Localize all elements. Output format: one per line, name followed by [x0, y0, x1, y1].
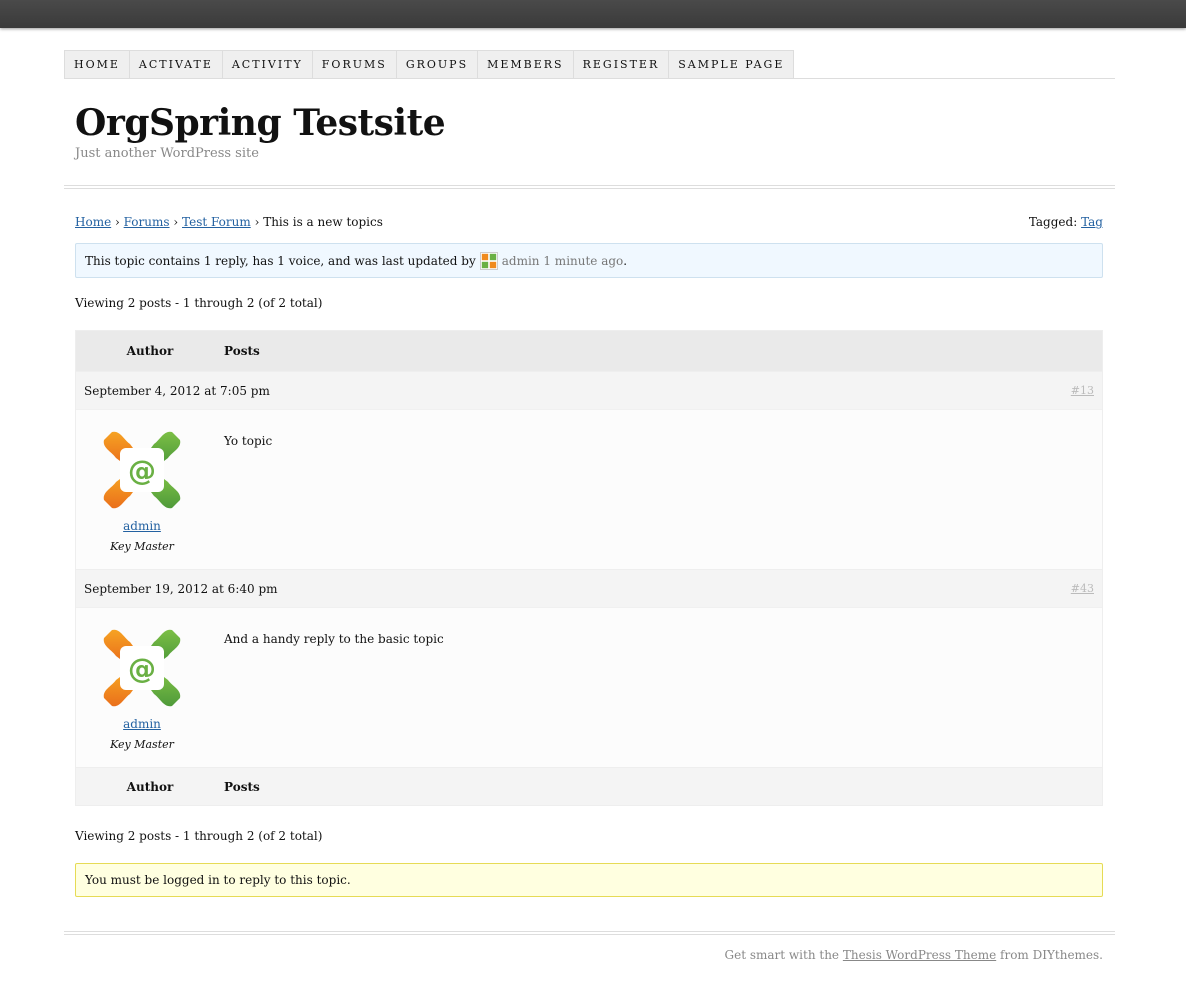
footer-author: Author — [126, 779, 174, 794]
pagination-count-bottom: Viewing 2 posts - 1 through 2 (of 2 tota… — [75, 829, 323, 843]
admin-mini-avatar-icon[interactable] — [479, 251, 498, 270]
post-author-link[interactable]: admin — [123, 519, 161, 533]
post-body: @ admin Key Master Yo topic — [76, 409, 1102, 569]
breadcrumb-test-forum[interactable]: Test Forum — [182, 215, 251, 229]
last-updated-user[interactable]: admin — [502, 254, 540, 268]
breadcrumb-separator: › — [254, 215, 260, 229]
breadcrumb-current: This is a new topics — [263, 215, 383, 229]
breadcrumb-separator: › — [115, 215, 120, 229]
post-header: September 19, 2012 at 6:40 pm #43 — [76, 569, 1102, 607]
svg-text:@: @ — [128, 652, 156, 685]
login-notice: You must be logged in to reply to this t… — [75, 863, 1103, 897]
topic-info-text: This topic contains 1 reply, has 1 voice… — [85, 253, 476, 268]
breadcrumb: Home › Forums › Test Forum › This is a n… — [75, 215, 383, 229]
pagination-count-top: Viewing 2 posts - 1 through 2 (of 2 tota… — [75, 296, 323, 310]
post-content: And a handy reply to the basic topic — [224, 632, 444, 646]
footer-divider — [64, 931, 1115, 935]
page-container: Home Activate Activity Forums Groups Mem… — [64, 50, 1115, 962]
post-date: September 4, 2012 at 7:05 pm — [84, 383, 270, 398]
admin-bar — [0, 0, 1186, 28]
posts-table: Author Posts September 4, 2012 at 7:05 p… — [75, 330, 1103, 806]
footer-suffix: from DIYthemes. — [1000, 948, 1103, 962]
svg-text:@: @ — [128, 454, 156, 487]
breadcrumb-home[interactable]: Home — [75, 215, 111, 229]
post-item: September 4, 2012 at 7:05 pm #13 @ admin… — [76, 371, 1102, 569]
post-permalink[interactable]: #43 — [1071, 582, 1094, 595]
site-footer: Get smart with the Thesis WordPress Them… — [725, 948, 1103, 962]
post-permalink[interactable]: #13 — [1071, 384, 1094, 397]
tagged-label: Tagged: — [1028, 215, 1078, 229]
last-updated-time[interactable]: 1 minute ago — [543, 254, 623, 268]
content-area: Home › Forums › Test Forum › This is a n… — [75, 50, 1103, 980]
post-header: September 4, 2012 at 7:05 pm #13 — [76, 371, 1102, 409]
post-content: Yo topic — [224, 434, 273, 448]
post-item: September 19, 2012 at 6:40 pm #43 @ admi… — [76, 569, 1102, 767]
topic-tags: Tagged: Tag — [1029, 215, 1103, 229]
post-author-link[interactable]: admin — [123, 717, 161, 731]
post-body: @ admin Key Master And a handy reply to … — [76, 607, 1102, 767]
post-author: @ admin Key Master — [76, 608, 208, 767]
header-posts: Posts — [224, 344, 260, 358]
admin-avatar-icon[interactable]: @ — [102, 628, 182, 708]
header-author: Author — [126, 344, 174, 358]
post-author: @ admin Key Master — [76, 410, 208, 569]
post-author-role: Key Master — [110, 738, 174, 751]
table-footer: Author Posts — [76, 767, 1102, 805]
table-header: Author Posts — [76, 331, 1102, 371]
topic-info-suffix: . — [623, 253, 628, 268]
footer-posts: Posts — [224, 779, 260, 794]
footer-theme-link[interactable]: Thesis WordPress Theme — [843, 948, 996, 962]
tag-link[interactable]: Tag — [1081, 215, 1103, 229]
breadcrumb-forums[interactable]: Forums — [124, 215, 170, 229]
post-date: September 19, 2012 at 6:40 pm — [84, 581, 278, 596]
footer-prefix: Get smart with the — [724, 948, 840, 962]
breadcrumb-separator: › — [173, 215, 179, 229]
topic-info-box: This topic contains 1 reply, has 1 voice… — [75, 243, 1103, 278]
post-author-role: Key Master — [110, 540, 174, 553]
admin-avatar-icon[interactable]: @ — [102, 430, 182, 510]
